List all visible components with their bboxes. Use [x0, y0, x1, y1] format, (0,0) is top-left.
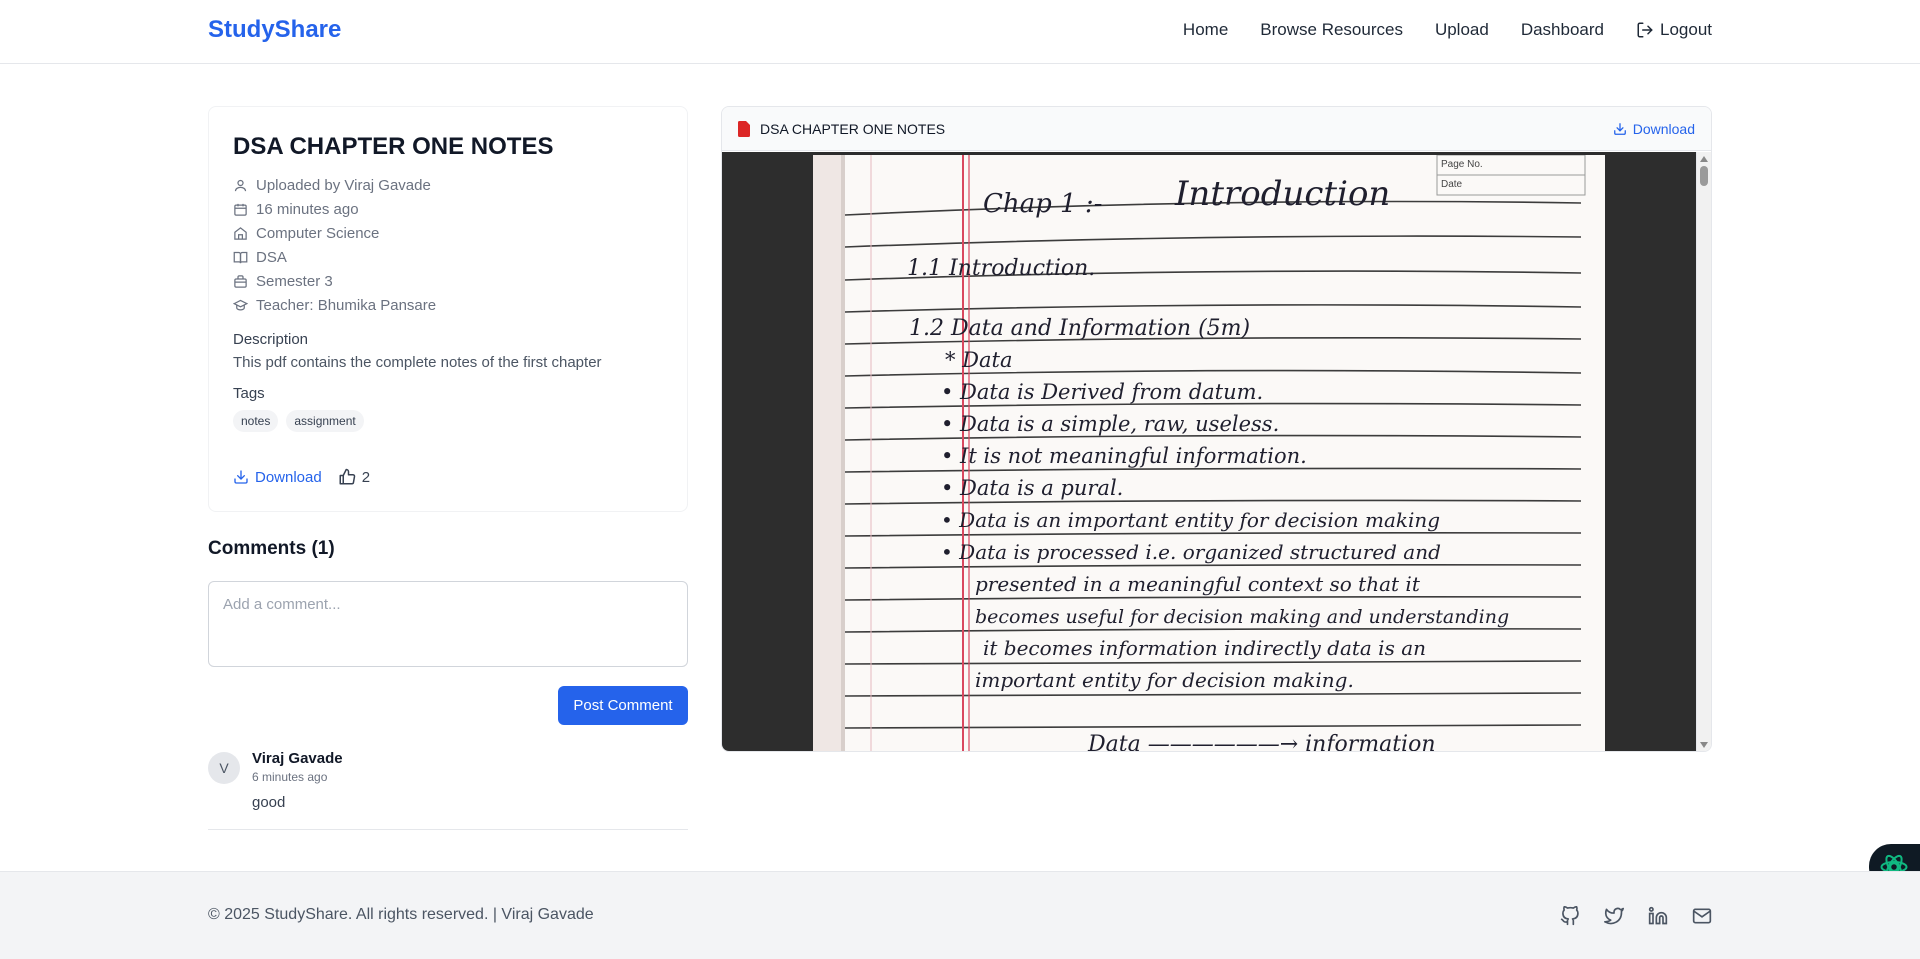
notes-line: • Data is processed i.e. organized struc…	[941, 540, 1441, 564]
viewer-toolbar: DSA CHAPTER ONE NOTES Download	[722, 107, 1711, 151]
notes-line: important entity for decision making.	[975, 668, 1354, 692]
notes-line: 1.1 Introduction.	[907, 256, 1095, 281]
mail-icon[interactable]	[1692, 906, 1712, 926]
resource-meta: Uploaded by Viraj Gavade 16 minutes ago …	[233, 173, 663, 317]
github-icon[interactable]	[1560, 906, 1580, 926]
notes-line: • Data is an important entity for decisi…	[941, 508, 1440, 532]
post-comment-button[interactable]: Post Comment	[558, 686, 688, 725]
building-icon	[234, 226, 247, 240]
tag-list: notes assignment	[233, 410, 663, 432]
pdf-page: Page No. Date Chap 1 :- Introduction 1.1…	[813, 155, 1605, 752]
notes-line: it becomes information indirectly data i…	[983, 636, 1426, 660]
social-links	[1560, 906, 1712, 926]
brand-logo[interactable]: StudyShare	[208, 16, 341, 44]
semester-text: Semester 3	[256, 272, 333, 290]
nav-browse-link[interactable]: Browse Resources	[1260, 20, 1403, 40]
subject-text: DSA	[256, 248, 287, 266]
linkedin-icon[interactable]	[1648, 906, 1668, 926]
nav-dashboard-link[interactable]: Dashboard	[1521, 20, 1604, 40]
download-label: Download	[255, 468, 322, 486]
like-count: 2	[361, 468, 371, 486]
meta-time: 16 minutes ago	[233, 197, 663, 221]
meta-semester: Semester 3	[233, 269, 663, 293]
teacher-text: Teacher: Bhumika Pansare	[256, 296, 437, 314]
notes-line: becomes useful for decision making and u…	[975, 606, 1509, 628]
book-icon	[233, 251, 248, 263]
avatar: V	[208, 752, 240, 784]
nav-home-link[interactable]: Home	[1183, 20, 1228, 40]
upload-time-text: 16 minutes ago	[256, 200, 359, 218]
logout-label: Logout	[1660, 20, 1712, 39]
comment-item: V Viraj Gavade 6 minutes ago good	[208, 748, 688, 830]
tag-notes[interactable]: notes	[233, 410, 279, 432]
meta-department: Computer Science	[233, 221, 663, 245]
uploader-text: Uploaded by Viraj Gavade	[256, 176, 431, 194]
footer-copyright: © 2025 StudyShare. All rights reserved. …	[208, 906, 594, 923]
description-text: This pdf contains the complete notes of …	[233, 354, 602, 371]
scroll-thumb[interactable]	[1700, 166, 1708, 186]
briefcase-icon	[234, 274, 247, 288]
date-label: Date	[1441, 179, 1463, 190]
notes-line: • Data is Derived from datum.	[941, 380, 1263, 404]
download-button[interactable]: Download	[233, 469, 322, 486]
pdf-viewer: DSA CHAPTER ONE NOTES Download Page No. …	[721, 106, 1712, 752]
like-button[interactable]: 2	[338, 468, 370, 486]
resource-actions: Download 2	[233, 468, 663, 486]
comment-author: Viraj Gavade	[252, 750, 343, 767]
viewer-file-name: DSA CHAPTER ONE NOTES	[760, 120, 946, 137]
resource-title: DSA CHAPTER ONE NOTES	[233, 133, 554, 160]
notes-line: • Data is a pural.	[941, 476, 1123, 500]
notes-line: • It is not meaningful information.	[941, 444, 1307, 468]
handwritten-notes-page: Page No. Date Chap 1 :- Introduction 1.1…	[813, 155, 1586, 752]
calendar-icon	[234, 203, 247, 216]
notes-line: presented in a meaningful context so tha…	[975, 572, 1421, 596]
scroll-up-arrow[interactable]	[1700, 156, 1708, 162]
tag-assignment[interactable]: assignment	[286, 410, 364, 432]
nav-upload-link[interactable]: Upload	[1435, 20, 1489, 40]
viewer-download-label: Download	[1632, 120, 1695, 137]
top-navbar: StudyShare Home Browse Resources Upload …	[0, 0, 1920, 64]
comment-input[interactable]	[208, 581, 688, 667]
page-no-label: Page No.	[1441, 159, 1483, 170]
notes-heading-right: Introduction	[1174, 174, 1390, 214]
notes-line: 1.2 Data and Information (5m)	[909, 316, 1250, 341]
meta-teacher: Teacher: Bhumika Pansare	[233, 293, 663, 317]
thumbs-up-icon	[339, 468, 355, 485]
comment-time: 6 minutes ago	[252, 770, 328, 784]
resource-info-card: DSA CHAPTER ONE NOTES Uploaded by Viraj …	[208, 106, 688, 512]
meta-uploader: Uploaded by Viraj Gavade	[233, 173, 663, 197]
footer: © 2025 StudyShare. All rights reserved. …	[0, 871, 1920, 959]
notes-line: • Data is a simple, raw, useless.	[941, 412, 1279, 436]
twitter-icon[interactable]	[1604, 906, 1624, 926]
viewer-download-button[interactable]: Download	[1613, 121, 1695, 137]
tags-label: Tags	[233, 385, 265, 402]
download-icon	[1613, 122, 1626, 135]
comments-title: Comments (1)	[208, 538, 335, 559]
department-text: Computer Science	[256, 224, 380, 242]
pdf-canvas-area[interactable]: Page No. Date Chap 1 :- Introduction 1.1…	[722, 152, 1697, 752]
graduation-cap-icon	[233, 299, 248, 311]
pdf-file-icon	[738, 120, 750, 137]
main-nav: Home Browse Resources Upload Dashboard L…	[1183, 20, 1712, 40]
download-icon	[234, 470, 248, 484]
notes-heading-left: Chap 1 :-	[983, 189, 1102, 219]
description-label: Description	[233, 331, 309, 348]
comment-text: good	[252, 794, 286, 811]
notes-line: * Data	[945, 348, 1013, 372]
user-icon	[234, 179, 247, 191]
viewer-file-title: DSA CHAPTER ONE NOTES	[738, 120, 946, 137]
notes-line: Data ——————→ information	[1087, 732, 1436, 752]
viewer-scrollbar[interactable]	[1696, 152, 1711, 751]
meta-subject: DSA	[233, 245, 663, 269]
logout-icon	[1637, 22, 1653, 38]
logout-button[interactable]: Logout	[1636, 20, 1712, 40]
scroll-down-arrow[interactable]	[1700, 742, 1708, 748]
